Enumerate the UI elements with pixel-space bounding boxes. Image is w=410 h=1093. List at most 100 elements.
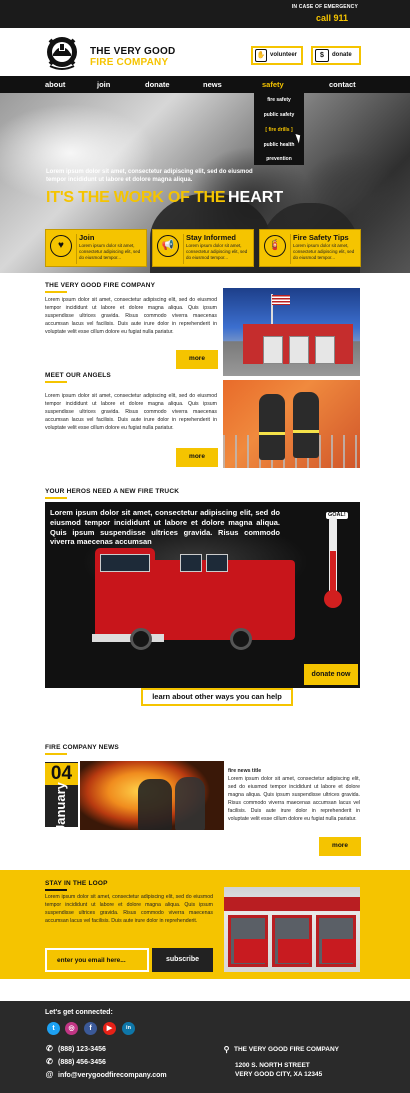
card-body: Lorem ipsum dolor sit amet, consectetur … [79,243,141,260]
twitter-icon[interactable]: t [47,1022,60,1035]
newsletter-title: STAY IN THE LOOP [45,880,108,887]
dropdown-public-safety[interactable]: public safety [254,112,304,119]
emergency-call-link[interactable]: call 911 [316,12,348,24]
parked-truck [278,939,312,963]
news-date-month: January [53,782,69,833]
truck-window [180,554,202,572]
title-underline [45,497,67,499]
title-underline [45,753,67,755]
truck-section-text: Lorem ipsum dolor sit amet, consectetur … [50,508,280,547]
footer-phone-2[interactable]: ✆ (888) 456-3456 [45,1057,106,1067]
phone-2-text: (888) 456-3456 [58,1059,106,1066]
angels-section-text: Lorem ipsum dolor sit amet, consectetur … [45,393,217,432]
volunteer-label: volunteer [269,52,297,59]
footer-company-name: THE VERY GOOD FIRE COMPANY [234,1046,339,1054]
volunteer-hand-icon: ✋ [255,49,267,62]
about-section-text: Lorem ipsum dolor sit amet, consectetur … [45,297,217,336]
american-flag-icon [272,295,290,305]
donate-label: donate [332,52,352,59]
card-title: Fire Safety Tips [293,233,349,242]
truck-wheel [230,628,252,650]
email-at-icon: @ [45,1070,54,1080]
newsletter-text: Lorem ipsum dolor sit amet, consectetur … [45,894,213,925]
nav-news[interactable]: news [203,76,222,93]
thermometer-bulb [324,590,342,608]
fire-truck-body [95,560,295,640]
donate-coins-icon: $ [315,49,329,62]
brand-name-line2: FIRE COMPANY [90,57,169,68]
address-line-2: VERY GOOD CITY, XA 12345 [235,1070,323,1078]
nav-contact[interactable]: contact [329,76,356,93]
truck-wheel [130,628,152,650]
reflective-stripe [259,432,285,435]
news-section-title: FIRE COMPANY NEWS [45,744,119,751]
fire-extinguisher-icon: 🧯 [264,235,286,257]
card-stay-informed[interactable]: 📢 Stay Informed Lorem ipsum dolor sit am… [152,229,254,267]
donate-header-button[interactable]: $ donate [311,46,361,65]
title-underline [45,381,67,383]
nav-safety[interactable]: safety [262,76,284,93]
title-underline [45,889,67,891]
news-fire-photo [80,761,224,830]
parked-truck [322,939,356,963]
truck-window [206,554,228,572]
learn-more-ways-button[interactable]: learn about other ways you can help [141,688,293,706]
firefighters-photo [223,380,360,468]
parked-truck [234,939,268,963]
about-more-button[interactable]: more [176,350,218,369]
nav-about[interactable]: about [45,76,65,93]
card-join[interactable]: ♥ Join Lorem ipsum dolor sit amet, conse… [45,229,147,267]
volunteer-button[interactable]: ✋ volunteer [251,46,303,65]
footer-company: ⚲ THE VERY GOOD FIRE COMPANY [222,1045,339,1055]
linkedin-icon[interactable]: in [122,1022,135,1035]
megaphone-icon: 📢 [157,235,179,257]
reflective-stripe [293,430,319,433]
news-more-button[interactable]: more [319,837,361,856]
hero-intro-text: Lorem ipsum dolor sit amet, consectetur … [46,169,253,184]
card-body: Lorem ipsum dolor sit amet, consectetur … [186,243,248,260]
card-title: Stay Informed [186,233,237,242]
angels-section-title: MEET OUR ANGELS [45,372,111,379]
phone-icon: ✆ [46,1057,53,1067]
address-line-1: 1200 S. NORTH STREET [235,1062,310,1069]
instagram-icon[interactable]: ◎ [65,1022,78,1035]
subscribe-button[interactable]: subscribe [152,948,213,972]
footer-phone-1[interactable]: ✆ (888) 123-3456 [45,1044,106,1054]
dropdown-fire-safety[interactable]: fire safety [254,97,304,104]
card-divider [76,234,77,264]
about-section-title: THE VERY GOOD FIRE COMPANY [45,282,156,289]
fire-station-photo [223,288,360,376]
firefighter-figure [175,777,205,830]
youtube-icon[interactable]: ▶ [103,1022,116,1035]
truck-section-title: YOUR HEROS NEED A NEW FIRE TRUCK [45,488,180,495]
facebook-icon[interactable]: f [84,1022,97,1035]
hero-title-yellow: IT'S THE WORK OF THE [46,189,226,206]
firefighter-helmet-logo-icon[interactable] [44,32,80,72]
nav-join[interactable]: join [97,76,110,93]
email-input[interactable] [45,948,149,972]
hero-title-white: HEART [228,189,284,206]
card-title: Join [79,233,95,242]
dropdown-fire-drills-label: fire drills [268,127,290,133]
card-fire-safety-tips[interactable]: 🧯 Fire Safety Tips Lorem ipsum dolor sit… [259,229,361,267]
phone-1-text: (888) 123-3456 [58,1046,106,1053]
angels-more-button[interactable]: more [176,448,218,467]
footer-email[interactable]: @ info@verygoodfirecompany.com [45,1070,167,1080]
news-body: Lorem ipsum dolor sit amet, consectetur … [228,776,360,823]
nav-donate[interactable]: donate [145,76,170,93]
footer-connect-title: Let's get connected: [45,1009,113,1016]
email-text: info@verygoodfirecompany.com [58,1072,167,1079]
dropdown-prevention[interactable]: prevention [254,156,304,163]
station-door [289,336,309,364]
donate-now-button[interactable]: donate now [304,664,358,685]
firefighter-figure [138,779,172,830]
card-divider [290,234,291,264]
news-headline[interactable]: fire news title [228,767,360,775]
station-door [315,336,335,364]
truck-windshield [100,554,150,572]
truck-bumper [92,634,164,642]
firefighter-figure [259,394,285,460]
fire-station-bays-photo [224,887,360,972]
heart-hand-icon: ♥ [50,235,72,257]
dropdown-public-health[interactable]: public health [254,142,304,149]
